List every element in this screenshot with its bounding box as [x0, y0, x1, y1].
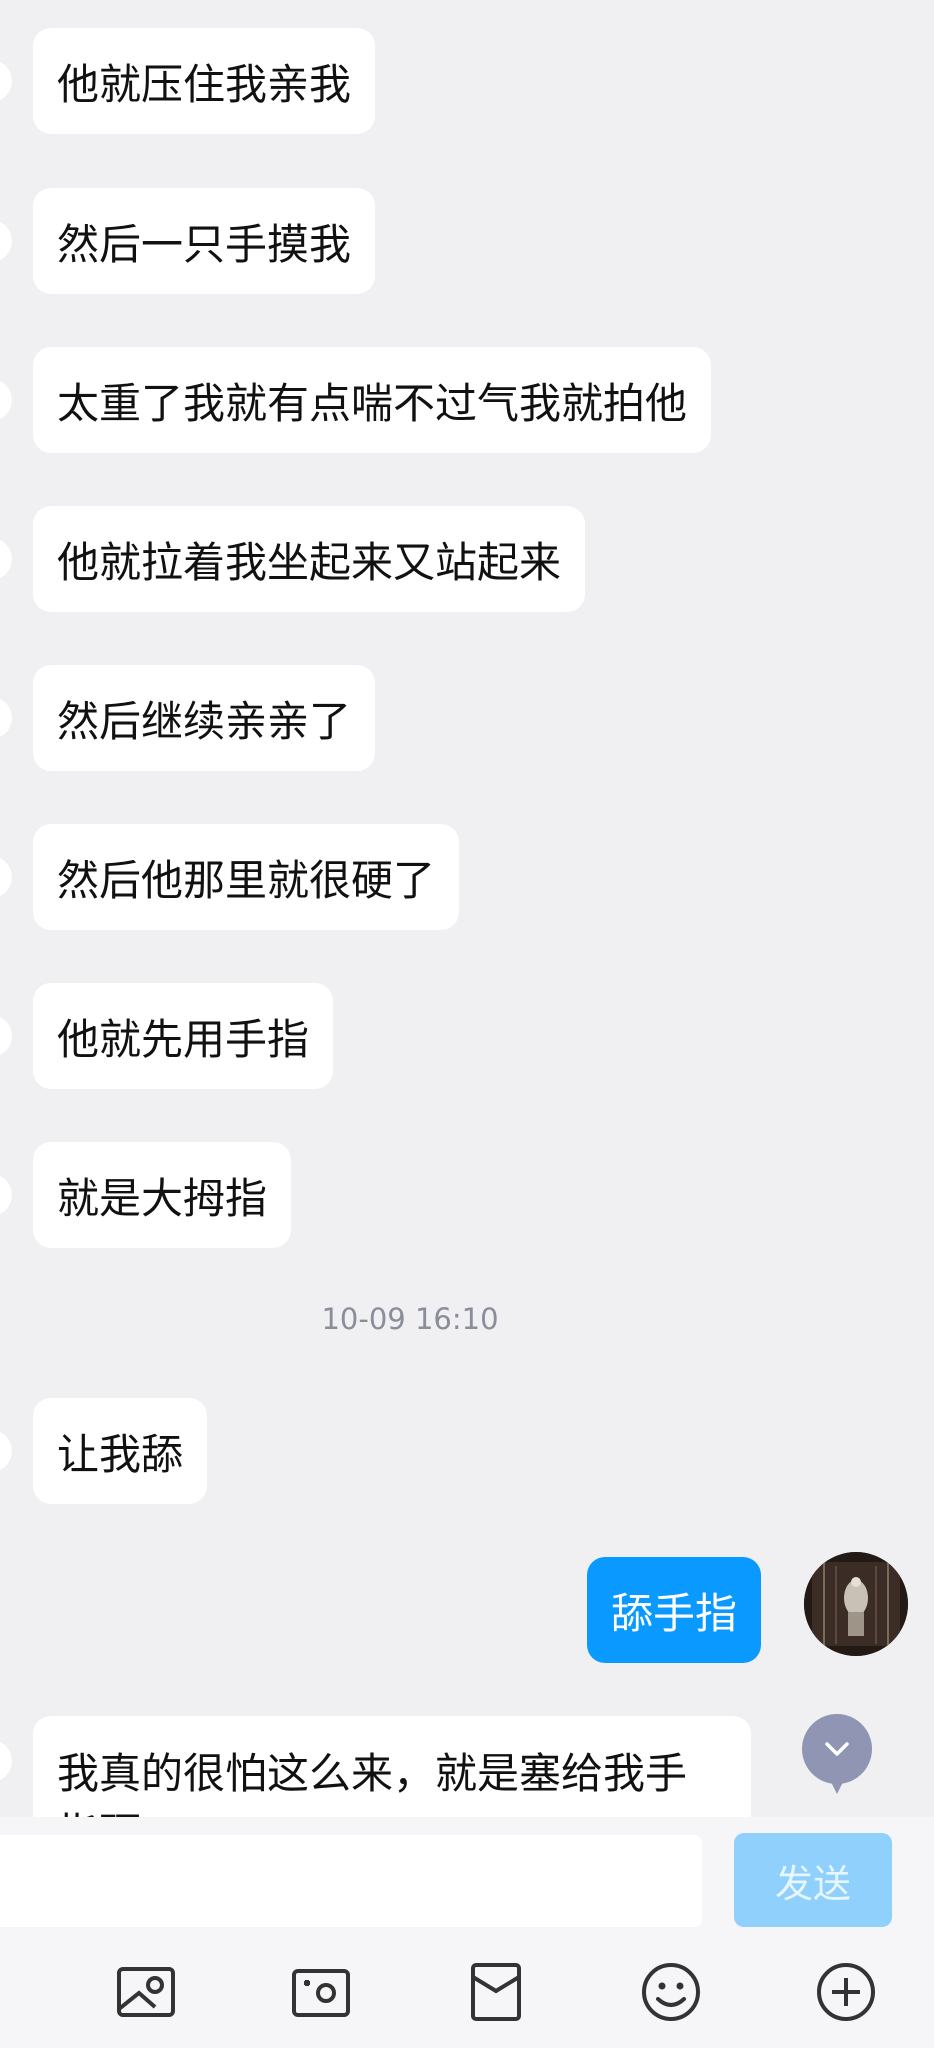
message-bubble[interactable]: 他就先用手指 [33, 983, 334, 1089]
image-icon[interactable] [113, 1959, 179, 2025]
message-bubble[interactable]: 我真的很怕这么来，就是塞给我手指硬 [33, 1716, 751, 1817]
message-bubble[interactable]: 他就拉着我坐起来又站起来 [33, 506, 586, 612]
camera-icon[interactable] [288, 1959, 354, 2025]
message-bubble[interactable]: 就是大拇指 [33, 1142, 292, 1248]
my-avatar[interactable] [804, 1552, 908, 1656]
input-bar: 发送 [0, 1817, 934, 1937]
contact-avatar[interactable] [0, 379, 12, 421]
contact-avatar[interactable] [0, 697, 12, 739]
contact-avatar[interactable] [0, 1740, 12, 1782]
emoji-icon[interactable] [638, 1959, 704, 2025]
message-bubble[interactable]: 然后他那里就很硬了 [33, 824, 460, 930]
contact-avatar[interactable] [0, 856, 12, 898]
message-bubble[interactable]: 太重了我就有点喘不过气我就拍他 [33, 347, 712, 453]
plus-icon[interactable] [813, 1959, 879, 2025]
send-button[interactable]: 发送 [734, 1833, 892, 1927]
chevron-down-icon [825, 1742, 849, 1756]
message-bubble[interactable]: 让我舔 [33, 1398, 208, 1504]
message-bubble[interactable]: 他就压住我亲我 [33, 28, 376, 134]
contact-avatar[interactable] [0, 1015, 12, 1057]
contact-avatar[interactable] [0, 1174, 12, 1216]
message-timestamp: 10-09 16:10 [321, 1302, 499, 1336]
message-bubble[interactable]: 然后一只手摸我 [33, 188, 376, 294]
scroll-to-bottom-button[interactable] [802, 1714, 872, 1794]
red-packet-icon[interactable] [463, 1959, 529, 2025]
contact-avatar[interactable] [0, 538, 12, 580]
contact-avatar[interactable] [0, 1430, 12, 1472]
sent-message-bubble[interactable]: 舔手指 [586, 1557, 761, 1663]
bottom-toolbar [0, 1937, 934, 2048]
contact-avatar[interactable] [0, 60, 12, 102]
chat-area[interactable]: 他就压住我亲我 然后一只手摸我 太重了我就有点喘不过气我就拍他 他就拉着我坐起来… [0, 0, 934, 1817]
message-bubble[interactable]: 然后继续亲亲了 [33, 665, 376, 771]
message-input[interactable] [0, 1835, 702, 1927]
contact-avatar[interactable] [0, 220, 12, 262]
